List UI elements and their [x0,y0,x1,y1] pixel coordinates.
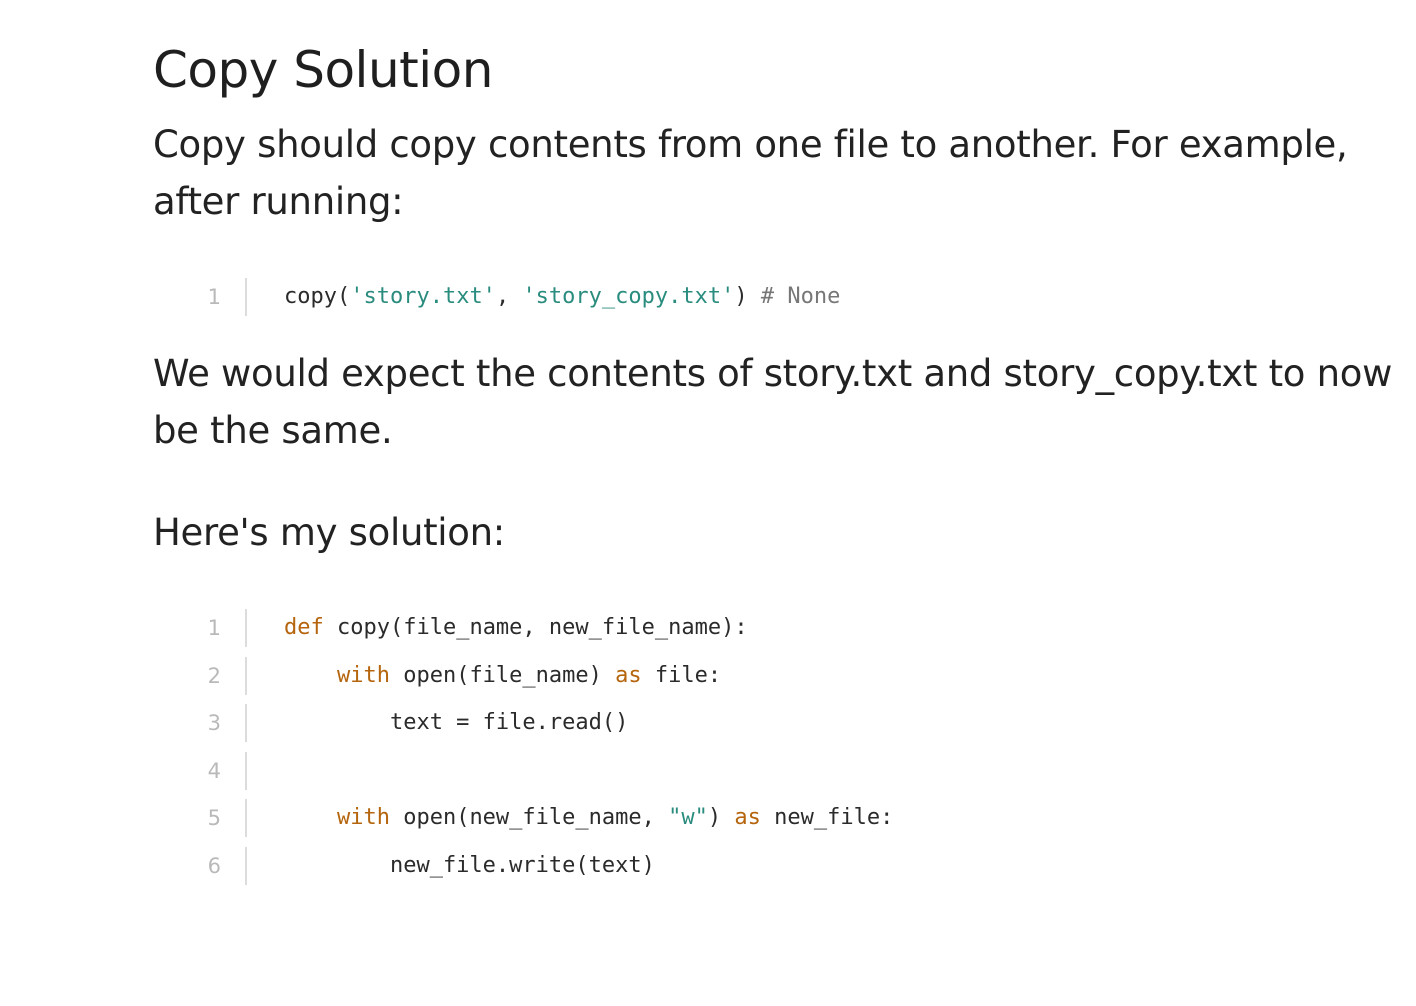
code-token-plain: file: [641,662,722,688]
code-token-plain: ) [707,805,735,830]
intro-line-1: Copy should copy contents from one file … [153,123,1348,166]
line-number: 4 [207,758,221,783]
code-token-kw: with [336,805,390,830]
code-text: new_file.write(text) [284,849,655,883]
code-token-plain: , [495,284,523,309]
expectation-paragraph: We would expect the contents of story.tx… [153,345,1393,459]
code-line: 5 with open(new_file_name, "w") as new_f… [153,794,1253,842]
gutter-divider [245,799,247,837]
line-number: 3 [207,711,221,735]
code-token-kw: def [284,615,324,640]
code-line: 2 with open(file_name) as file: [153,652,1253,700]
code-text: with open(file_name) as file: [284,659,721,693]
gutter-divider [245,656,247,695]
code-line: 1 def copy(file_name, new_file_name): [153,604,1253,652]
line-number: 1 [207,285,221,309]
code-token-plain: copy(file_name, new_file_name): [323,615,748,640]
code-line: 3 text = file.read() [153,699,1253,747]
code-line: 4 [153,747,1253,795]
gutter-divider [245,846,247,885]
code-token-com: # None [760,284,841,309]
code-token-plain: open(file_name) [389,662,616,688]
gutter-divider [245,751,247,790]
code-token-plain: open(new_file_name, [389,805,669,830]
line-number: 6 [207,853,221,878]
gutter-divider [245,278,247,316]
code-token-plain: new_file: [760,805,894,830]
line-number: 5 [207,806,221,830]
code-token-str: 'story.txt' [350,284,496,309]
code-text: copy('story.txt', 'story_copy.txt') # No… [284,280,840,314]
example-code-block: 1 copy('story.txt', 'story_copy.txt') # N… [153,273,1253,321]
code-text: with open(new_file_name, "w") as new_fil… [284,801,893,835]
line-number: 2 [207,663,221,688]
code-text: def copy(file_name, new_file_name): [284,611,748,645]
gutter-divider [245,609,247,647]
expectation-line-2: be the same. [153,409,393,452]
solution-intro: Here's my solution: [153,511,505,554]
intro-paragraph: Copy should copy contents from one file … [153,116,1393,230]
code-token-plain: copy( [284,284,351,309]
expectation-line-1: We would expect the contents of story.tx… [153,352,1393,395]
intro-line-2: after running: [153,180,404,223]
gutter-divider [245,704,247,742]
code-token-plain: ) [734,284,761,309]
code-token-plain: text = file.read() [284,710,629,735]
code-line: 6 new_file.write(text) [153,842,1253,890]
code-token-kw: with [336,662,390,688]
line-number: 1 [207,616,221,640]
code-token-str: 'story_copy.txt' [522,284,735,309]
code-line: 1 copy('story.txt', 'story_copy.txt') # N… [153,273,1253,321]
code-token-kw: as [615,662,642,688]
code-text: text = file.read() [284,706,628,740]
code-token-kw: as [734,805,761,830]
solution-code-block: 1 def copy(file_name, new_file_name): 2 wi… [153,604,1253,889]
page-title: Copy Solution [153,41,493,99]
code-token-str: "w" [668,805,708,830]
code-token-plain: new_file.write(text) [284,852,655,878]
